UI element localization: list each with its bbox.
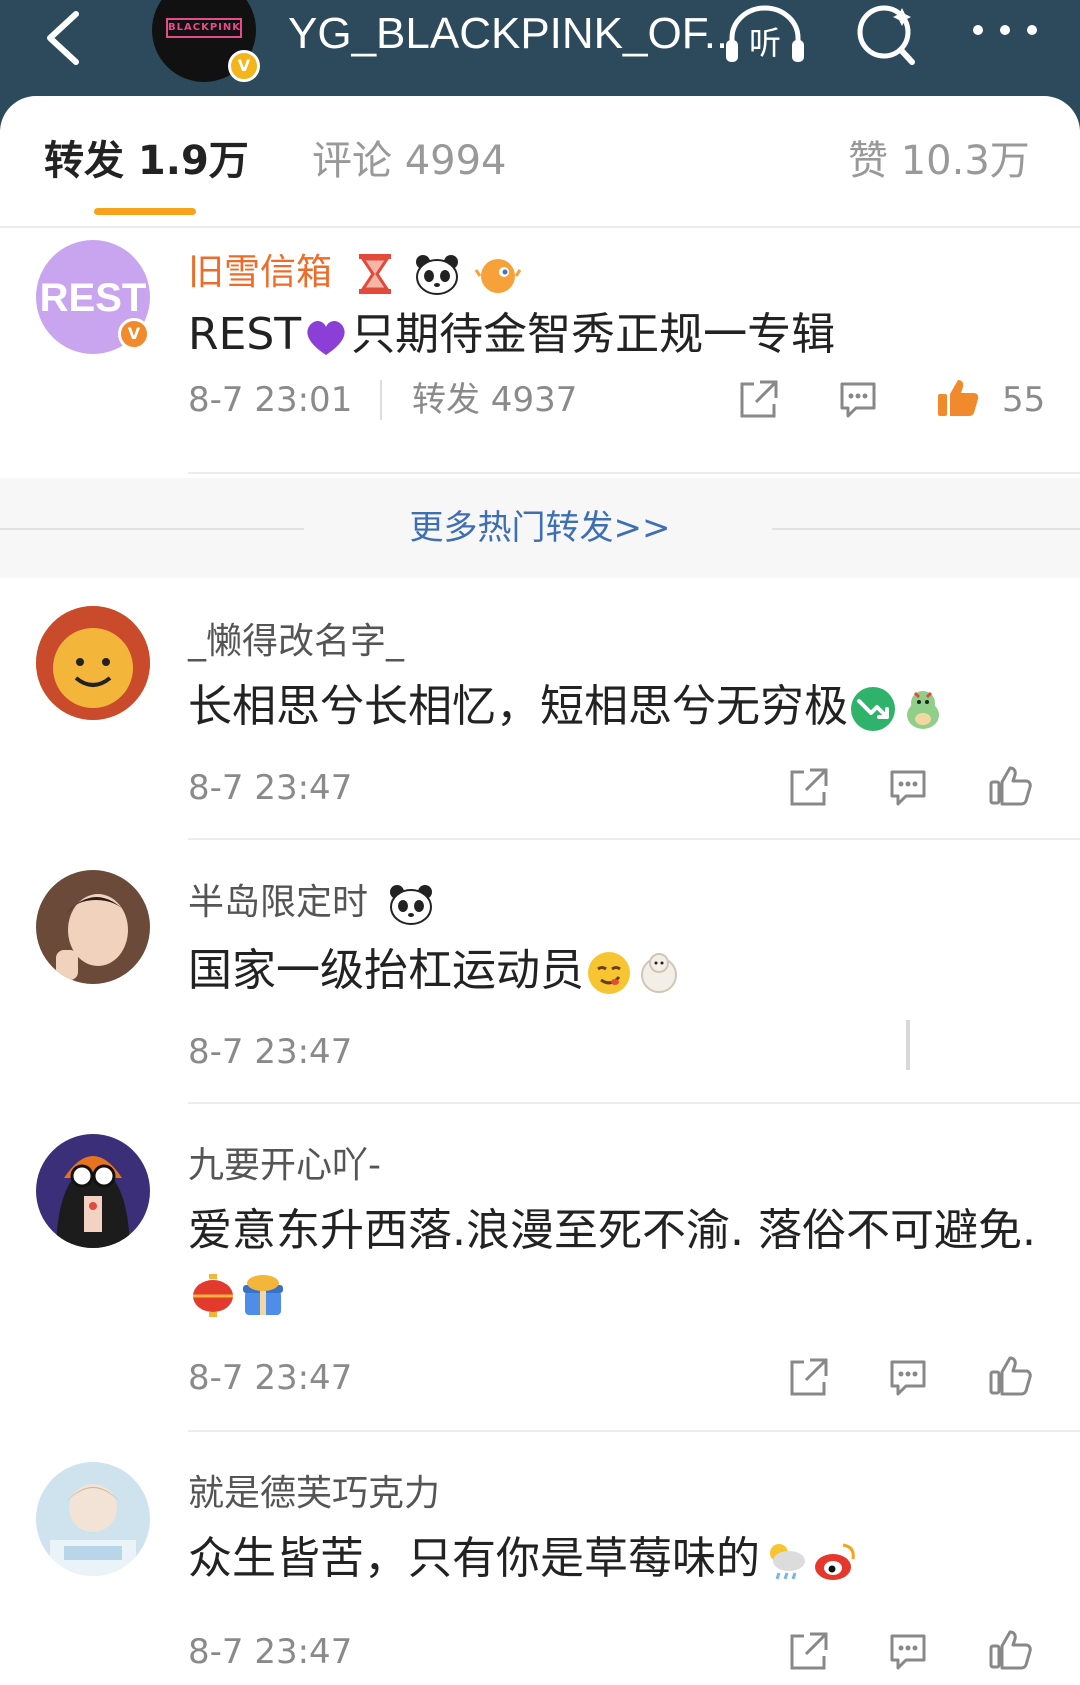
divider bbox=[188, 472, 1080, 474]
comment-content: 长相思兮长相忆，短相思兮无穷极 bbox=[188, 676, 1058, 738]
username[interactable]: 九要开心吖- bbox=[188, 1144, 381, 1188]
share-icon[interactable] bbox=[784, 1628, 832, 1676]
share-icon[interactable] bbox=[784, 764, 832, 812]
verified-badge-icon: V bbox=[228, 50, 260, 82]
account-avatar[interactable]: BLACKPINK V bbox=[152, 0, 260, 82]
comment-icon[interactable] bbox=[884, 764, 932, 812]
search-icon bbox=[857, 5, 915, 65]
divider bbox=[188, 1102, 1080, 1104]
username-text: 旧雪信箱 bbox=[188, 252, 333, 293]
meta-separator bbox=[380, 380, 382, 420]
username[interactable]: _懒得改名字_ bbox=[188, 620, 404, 664]
timestamp: 8-7 23:01 bbox=[188, 380, 353, 420]
sun-rain-icon bbox=[770, 1544, 805, 1580]
purple-heart-icon bbox=[307, 320, 345, 355]
comment-icon[interactable] bbox=[884, 1628, 932, 1676]
timestamp: 8-7 23:47 bbox=[188, 1032, 353, 1072]
username[interactable]: 半岛限定时 bbox=[188, 880, 436, 928]
share-icon[interactable] bbox=[734, 376, 782, 424]
more-hot-reposts-link[interactable]: 更多热门转发>> bbox=[0, 504, 1080, 552]
avatar-image bbox=[36, 1134, 150, 1248]
divider bbox=[188, 838, 1080, 840]
panda-badge-icon bbox=[415, 255, 458, 295]
content-text-end: 只期待金智秀正规一专辑 bbox=[351, 309, 836, 360]
more-dots-icon bbox=[973, 25, 1037, 35]
dragon-icon bbox=[907, 691, 939, 729]
avatar[interactable]: REST V bbox=[36, 240, 150, 354]
tab-header: 转发 1.9万 评论 4994 赞 10.3万 bbox=[0, 96, 1080, 226]
listen-button[interactable]: 听 bbox=[720, 2, 810, 66]
scroll-artifact bbox=[906, 1020, 910, 1070]
like-icon[interactable] bbox=[986, 1352, 1034, 1400]
pufferfish-badge-icon bbox=[475, 259, 522, 293]
like-icon[interactable] bbox=[986, 762, 1034, 810]
weibo-logo-icon bbox=[815, 1543, 855, 1580]
gift-box-icon bbox=[243, 1275, 283, 1315]
tab-reposts[interactable]: 转发 1.9万 bbox=[44, 136, 249, 186]
active-tab-indicator bbox=[94, 208, 196, 215]
avatar[interactable] bbox=[36, 606, 150, 720]
trend-down-icon bbox=[851, 687, 895, 731]
sheep-icon bbox=[641, 953, 677, 993]
avatar-image bbox=[36, 606, 150, 720]
content-text-start: REST bbox=[188, 309, 302, 360]
avatar[interactable] bbox=[36, 1462, 150, 1576]
comment-text: 国家一级抬杠运动员 bbox=[188, 945, 584, 996]
timestamp: 8-7 23:47 bbox=[188, 768, 353, 808]
avatar-logo-text: BLACKPINK bbox=[166, 18, 242, 38]
comment-text: 众生皆苦，只有你是草莓味的 bbox=[188, 1533, 760, 1584]
avatar[interactable] bbox=[36, 1134, 150, 1248]
comment-text: 爱意东升西落.浪漫至死不渝. 落俗不可避免. bbox=[188, 1205, 1036, 1256]
username[interactable]: 就是德芙巧克力 bbox=[188, 1472, 440, 1516]
headphone-icon: 听 bbox=[726, 5, 804, 62]
comment-content: 众生皆苦，只有你是草莓味的 bbox=[188, 1528, 1058, 1590]
timestamp: 8-7 23:47 bbox=[188, 1632, 353, 1672]
tab-likes[interactable]: 赞 10.3万 bbox=[848, 136, 1030, 186]
comment-icon[interactable] bbox=[834, 376, 882, 424]
comment-icon[interactable] bbox=[884, 1354, 932, 1402]
avatar-image bbox=[36, 870, 150, 984]
search-button[interactable] bbox=[852, 2, 922, 66]
hourglass-badge-icon bbox=[359, 254, 392, 294]
chevron-left-icon bbox=[47, 11, 79, 65]
username-text: 半岛限定时 bbox=[188, 882, 369, 923]
account-title[interactable]: YG_BLACKPINK_OF... bbox=[288, 4, 724, 64]
divider bbox=[0, 226, 1080, 228]
repost-count[interactable]: 转发 4937 bbox=[412, 378, 577, 422]
avatar[interactable] bbox=[36, 870, 150, 984]
like-icon-active[interactable] bbox=[934, 374, 982, 422]
like-count: 55 bbox=[1002, 380, 1046, 420]
username[interactable]: 旧雪信箱 bbox=[188, 250, 523, 298]
timestamp: 8-7 23:47 bbox=[188, 1358, 353, 1398]
more-hot-reposts-bar: 更多热门转发>> bbox=[0, 478, 1080, 578]
verified-badge-icon: V bbox=[118, 318, 150, 350]
panda-badge-icon bbox=[390, 885, 433, 925]
avatar-text: REST bbox=[39, 276, 147, 320]
back-button[interactable] bbox=[36, 8, 96, 68]
share-icon[interactable] bbox=[784, 1354, 832, 1402]
tab-comments[interactable]: 评论 4994 bbox=[312, 136, 507, 186]
smirk-face-icon bbox=[588, 952, 630, 994]
like-icon[interactable] bbox=[986, 1626, 1034, 1674]
repost-content: REST 只期待金智秀正规一专辑 bbox=[188, 304, 1058, 366]
more-button[interactable] bbox=[960, 2, 1050, 66]
lantern-icon bbox=[193, 1274, 233, 1317]
avatar-image bbox=[36, 1462, 150, 1576]
comment-content: 爱意东升西落.浪漫至死不渝. 落俗不可避免. bbox=[188, 1200, 1058, 1324]
comment-text: 长相思兮长相忆，短相思兮无穷极 bbox=[188, 681, 848, 732]
comment-content: 国家一级抬杠运动员 bbox=[188, 940, 1058, 1002]
divider bbox=[188, 1430, 1080, 1432]
listen-label: 听 bbox=[749, 24, 781, 62]
